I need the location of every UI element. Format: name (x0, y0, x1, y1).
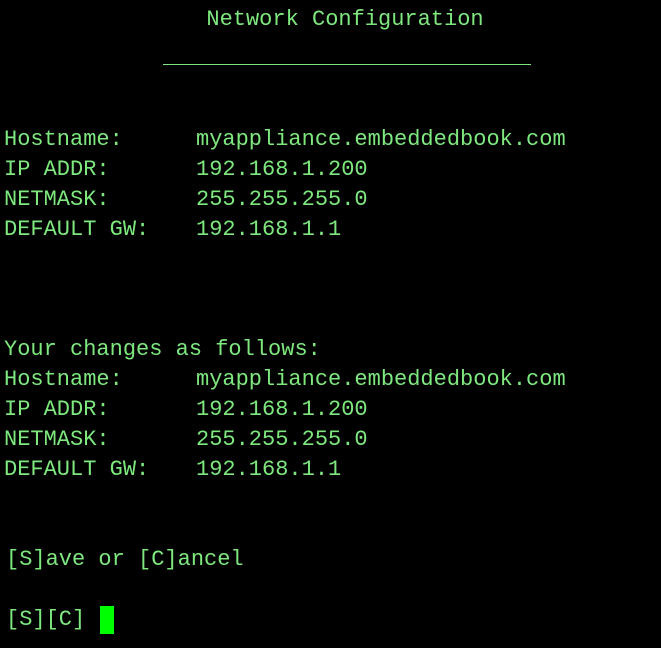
changes-ip-value: 192.168.1.200 (196, 397, 368, 422)
command-prompt[interactable]: [S][C] (6, 607, 85, 633)
current-hostname-label: Hostname: (4, 127, 123, 152)
current-ip-label: IP ADDR: (4, 157, 110, 182)
current-netmask-row: NETMASK: 255.255.255.0 (4, 187, 368, 213)
current-netmask-label: NETMASK: (4, 187, 110, 212)
changes-netmask-label: NETMASK: (4, 427, 110, 452)
text-cursor (100, 606, 114, 634)
current-ip-value: 192.168.1.200 (196, 157, 368, 182)
changes-hostname-row: Hostname: myappliance.embeddedbook.com (4, 367, 566, 393)
title-underline (163, 64, 531, 65)
current-ip-row: IP ADDR: 192.168.1.200 (4, 157, 368, 183)
changes-hostname-value: myappliance.embeddedbook.com (196, 367, 566, 392)
changes-ip-label: IP ADDR: (4, 397, 110, 422)
current-hostname-value: myappliance.embeddedbook.com (196, 127, 566, 152)
changes-netmask-value: 255.255.255.0 (196, 427, 368, 452)
current-gateway-label: DEFAULT GW: (4, 217, 150, 242)
changes-netmask-row: NETMASK: 255.255.255.0 (4, 427, 368, 453)
changes-ip-row: IP ADDR: 192.168.1.200 (4, 397, 368, 423)
changes-gateway-value: 192.168.1.1 (196, 457, 342, 482)
changes-gateway-label: DEFAULT GW: (4, 457, 150, 482)
changes-gateway-row: DEFAULT GW: 192.168.1.1 (4, 457, 341, 483)
save-cancel-instruction: [S]ave or [C]ancel (6, 547, 244, 572)
screen-title: Network Configuration (206, 7, 484, 32)
terminal-screen[interactable]: Network Configuration Hostname: myapplian… (0, 0, 661, 648)
current-netmask-value: 255.255.255.0 (196, 187, 368, 212)
changes-hostname-label: Hostname: (4, 367, 123, 392)
current-gateway-value: 192.168.1.1 (196, 217, 342, 242)
current-hostname-row: Hostname: myappliance.embeddedbook.com (4, 127, 566, 153)
current-gateway-row: DEFAULT GW: 192.168.1.1 (4, 217, 341, 243)
changes-heading: Your changes as follows: (4, 337, 321, 362)
